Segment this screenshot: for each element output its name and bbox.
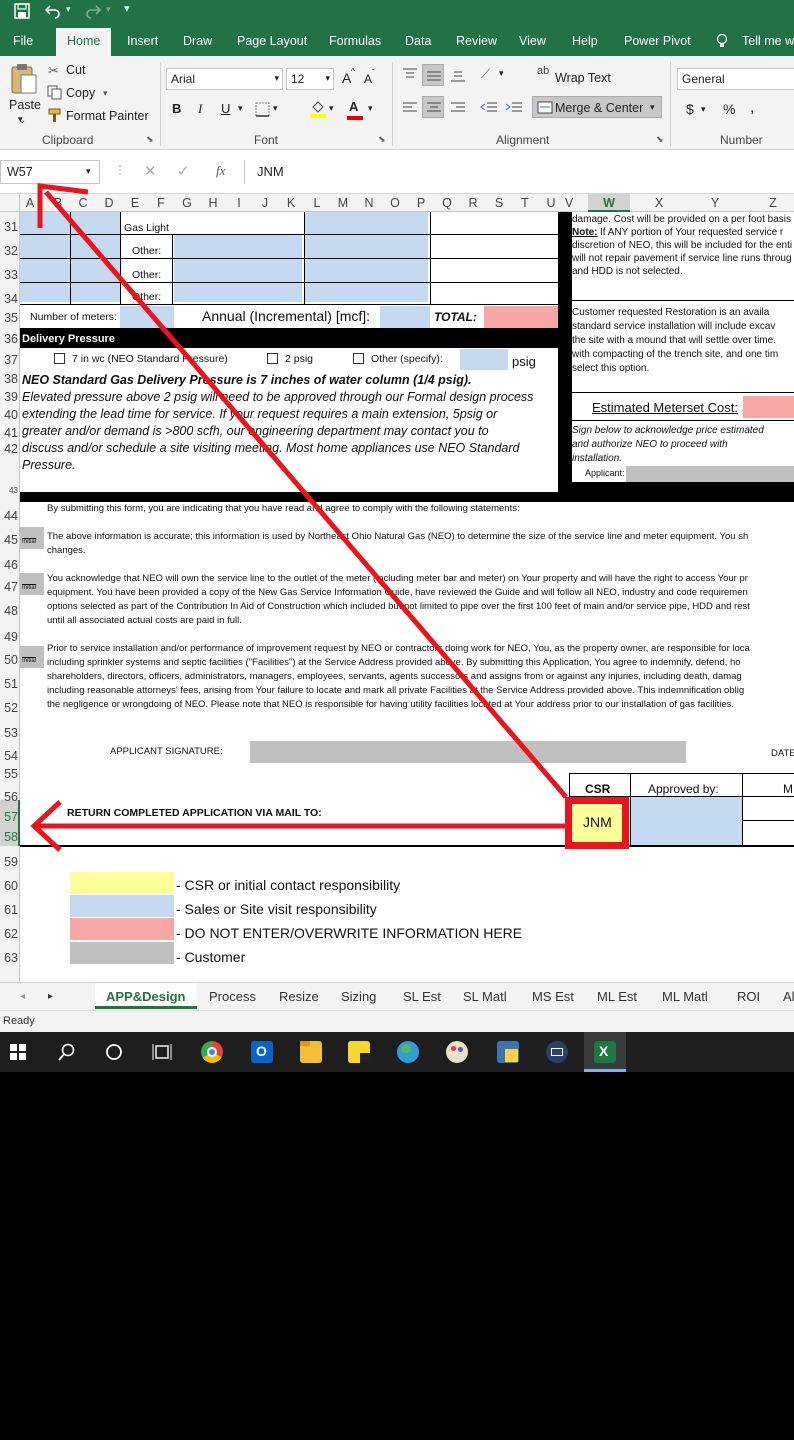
annotation-arrows: [30, 183, 568, 852]
excel-window: ▾ ▾ ▾ File Home Insert Draw Page Layout …: [0, 0, 794, 1072]
annotation-arrow-diagonal: [44, 190, 568, 799]
